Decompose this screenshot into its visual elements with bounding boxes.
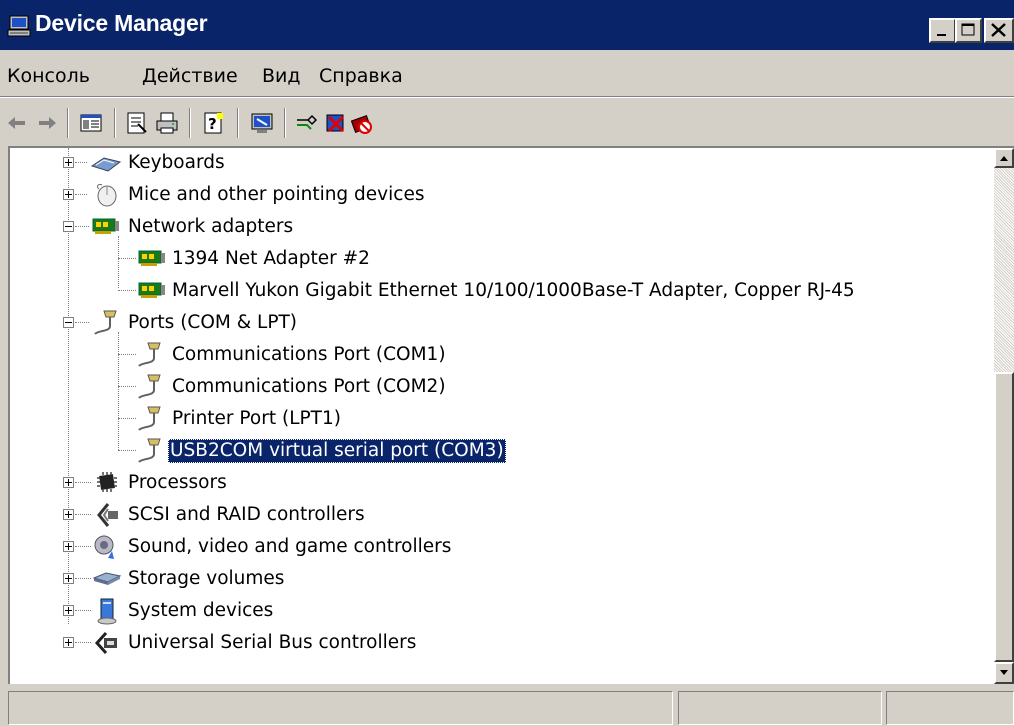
scroll-down-button[interactable] [994,662,1014,684]
tree-item-usb-controllers[interactable]: Universal Serial Bus controllers [10,628,990,656]
scroll-thumb[interactable] [994,372,1014,662]
collapse-toggle[interactable] [63,221,74,232]
help-icon[interactable]: ? [201,110,227,136]
mouse-icon [97,184,117,207]
toolbar: ? [0,100,1014,146]
sound-icon [94,535,114,559]
scroll-track[interactable] [994,168,1014,372]
properties-icon[interactable] [124,110,150,136]
scsi-icon [97,503,118,527]
selected-item-label: USB2COM virtual serial port (COM3) [168,439,506,463]
maximize-button[interactable] [955,18,982,43]
tree-item-sound-video-game[interactable]: Sound, video and game controllers [10,532,990,560]
network-adapter-icon [138,250,165,266]
tree-item-ports[interactable]: Ports (COM & LPT) [10,308,990,336]
tree-item-lpt1[interactable]: Printer Port (LPT1) [10,404,990,432]
expand-toggle[interactable] [63,573,74,584]
device-manager-icon [7,15,31,37]
svg-text:?: ? [208,115,217,133]
up-arrow-icon [1000,156,1008,161]
port-icon [138,374,161,399]
tree-item-storage-volumes[interactable]: Storage volumes [10,564,990,592]
expand-toggle[interactable] [63,189,74,200]
scan-hardware-icon[interactable] [249,110,275,136]
disable-device-icon[interactable] [349,110,375,136]
tree-item-marvell-ethernet[interactable]: Marvell Yukon Gigabit Ethernet 10/100/10… [10,276,990,304]
menu-help[interactable]: Справка [319,65,403,87]
update-driver-icon[interactable] [294,110,320,136]
storage-volume-icon [92,572,122,585]
device-manager-window: Device Manager Консоль Действие Вид Спра… [0,0,1014,726]
minimize-icon [937,34,946,36]
expand-toggle[interactable] [63,157,74,168]
show-hide-tree-icon[interactable] [78,110,104,136]
menu-toolbar-divider [0,96,1014,98]
tree-item-keyboards[interactable]: Keyboards [10,148,990,176]
network-adapter-icon [138,282,165,298]
expand-toggle[interactable] [63,541,74,552]
menu-view[interactable]: Вид [262,65,301,87]
title-bar[interactable]: Device Manager [0,0,1014,50]
maximize-icon [961,23,975,36]
tree-item-com1[interactable]: Communications Port (COM1) [10,340,990,368]
usb-icon [94,631,117,655]
menu-console[interactable]: Консоль [7,65,90,87]
status-pane-main [8,691,673,725]
network-adapter-icon [92,218,119,234]
expand-toggle[interactable] [63,509,74,520]
down-arrow-icon [1000,670,1008,675]
tree-item-1394-net-adapter[interactable]: 1394 Net Adapter #2 [10,244,990,272]
expand-toggle[interactable] [63,605,74,616]
keyboard-icon [90,157,122,172]
tree-item-network-adapters[interactable]: Network adapters [10,212,990,240]
minimize-button[interactable] [929,18,956,43]
close-button[interactable] [984,18,1014,43]
port-icon [138,342,161,367]
port-icon [94,310,117,335]
status-pane-tertiary [886,691,1014,725]
close-icon [991,23,1006,37]
toolbar-separator [67,108,69,138]
forward-arrow-icon[interactable] [34,110,60,136]
toolbar-separator [284,108,286,138]
status-pane-secondary [678,691,882,725]
menu-bar: Консоль Действие Вид Справка [0,58,1014,94]
tree-item-scsi-raid[interactable]: SCSI and RAID controllers [10,500,990,528]
status-bar [0,688,1014,726]
processor-icon [97,472,117,492]
menu-action[interactable]: Действие [142,65,238,87]
scroll-up-button[interactable] [994,148,1014,168]
tree-item-system-devices[interactable]: System devices [10,596,990,625]
back-arrow-icon[interactable] [4,110,30,136]
device-tree[interactable]: Keyboards Mice and other pointing device… [8,146,1014,684]
toolbar-separator [189,108,191,138]
vertical-scrollbar[interactable] [994,148,1014,684]
system-device-icon [97,598,117,625]
tree-item-usb2com[interactable]: USB2COM virtual serial port (COM3) [10,436,990,464]
port-icon [138,438,161,463]
toolbar-separator [237,108,239,138]
toolbar-separator [114,108,116,138]
collapse-toggle[interactable] [63,317,74,328]
tree-item-processors[interactable]: Processors [10,468,990,496]
tree-item-mice[interactable]: Mice and other pointing devices [10,180,990,208]
print-icon[interactable] [154,110,180,136]
expand-toggle[interactable] [63,637,74,648]
tree-item-com2[interactable]: Communications Port (COM2) [10,372,990,400]
port-icon [138,406,161,431]
window-title: Device Manager [35,10,208,36]
uninstall-icon[interactable] [323,110,349,136]
expand-toggle[interactable] [63,477,74,488]
